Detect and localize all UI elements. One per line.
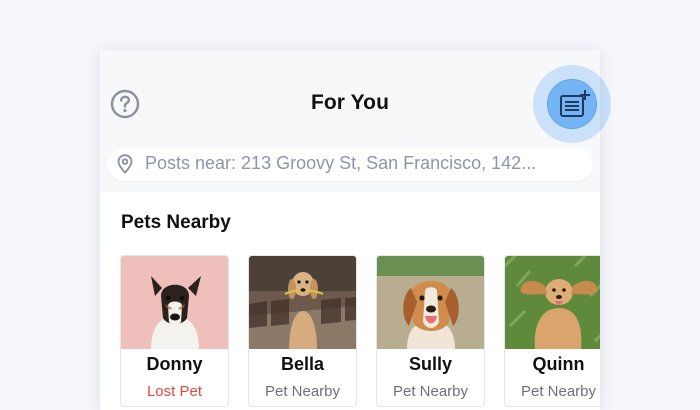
new-post-button[interactable] <box>547 79 597 129</box>
pet-status: Lost Pet <box>146 383 203 400</box>
pet-status: Pet Nearby <box>392 383 469 400</box>
pet-name: Quinn <box>532 354 585 374</box>
pet-card-donny[interactable]: Donny Lost Pet <box>120 255 229 407</box>
pet-name: Bella <box>280 354 325 374</box>
pet-card-bella[interactable]: Bella Pet Nearby <box>248 255 357 407</box>
page-title: For You <box>310 91 390 114</box>
pet-status: Pet Nearby <box>520 383 597 400</box>
section-title-pets-nearby: Pets Nearby <box>121 212 231 233</box>
search-bar[interactable]: Posts near: 213 Groovy St, San Francisco… <box>107 147 593 181</box>
app-screen: For You Posts near: 213 Groovy St, San F… <box>100 50 600 410</box>
pet-card-quinn[interactable]: Quinn Pet Nearby <box>504 255 600 407</box>
pet-photo <box>249 256 356 349</box>
pets-carousel[interactable]: Donny Lost Pet Bella Pet Nearby Sully Pe… <box>120 255 600 410</box>
pet-photo <box>505 256 600 349</box>
pet-status: Pet Nearby <box>264 383 341 400</box>
pet-name: Donny <box>146 354 203 374</box>
pet-card-sully[interactable]: Sully Pet Nearby <box>376 255 485 407</box>
map-pin-icon <box>117 154 133 174</box>
pet-photo <box>121 256 228 349</box>
search-location-text[interactable]: Posts near: 213 Groovy St, San Francisco… <box>145 153 536 174</box>
pet-name: Sully <box>408 354 452 374</box>
pet-photo <box>377 256 484 349</box>
header: For You Posts near: 213 Groovy St, San F… <box>100 50 600 192</box>
new-post-icon <box>560 90 590 117</box>
